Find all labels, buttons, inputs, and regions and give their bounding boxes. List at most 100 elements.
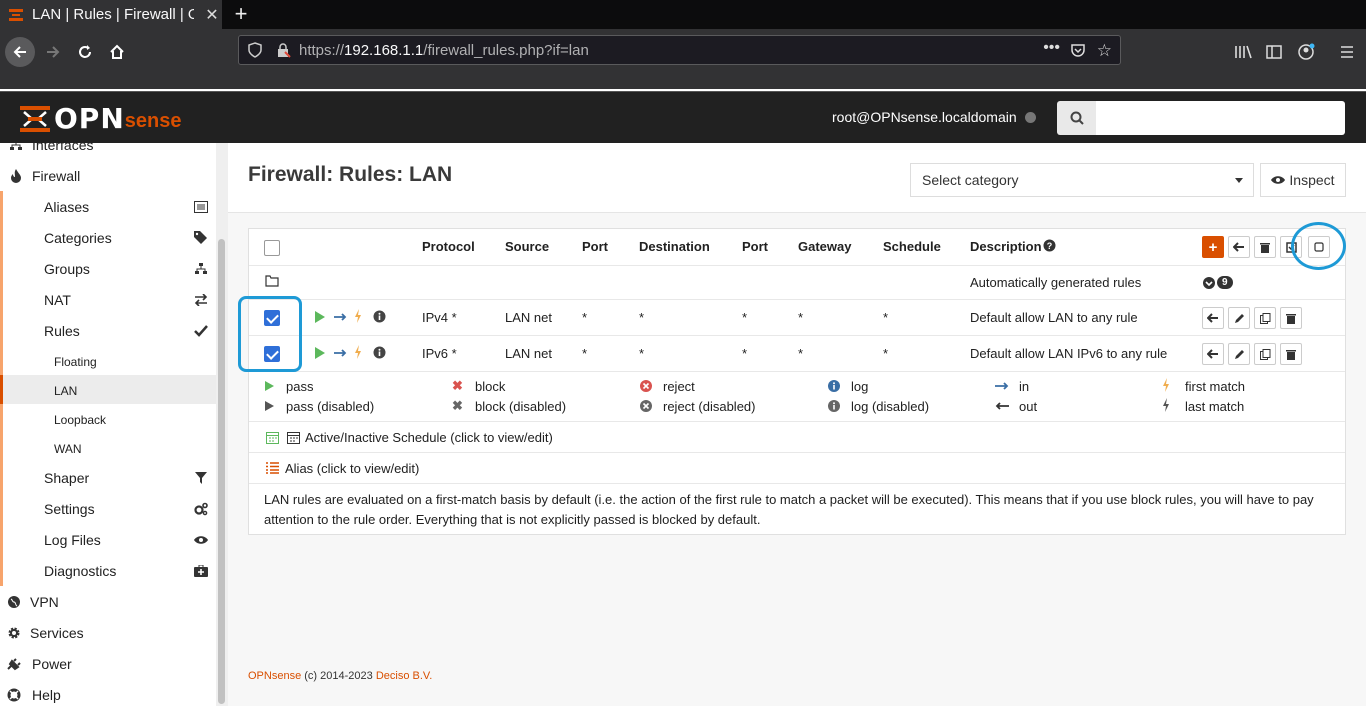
cog-icon xyxy=(6,625,22,641)
sidebar-item-categories[interactable]: Categories xyxy=(0,222,216,253)
category-select[interactable]: Select category xyxy=(910,163,1254,197)
footer-brand-link[interactable]: OPNsense xyxy=(248,670,301,682)
alias-legend-row: Alias (click to view/edit) xyxy=(249,453,1345,484)
search-input[interactable] xyxy=(1096,101,1345,135)
list-alt-icon xyxy=(193,199,209,215)
tags-icon xyxy=(193,230,209,246)
forward-button[interactable] xyxy=(38,37,68,67)
menu-icon[interactable] xyxy=(1332,37,1362,67)
caret-down-icon xyxy=(1235,178,1243,183)
table-row[interactable]: IPv6 * LAN net * * * * * Default allow L… xyxy=(249,336,1345,372)
medkit-icon xyxy=(193,563,209,579)
move-rule-button[interactable] xyxy=(1202,343,1224,365)
legend: pass pass (disabled) ✖ block ✖ block (di… xyxy=(249,372,1345,422)
reject-disabled-legend-icon xyxy=(640,400,652,415)
sidebar-item-interfaces[interactable]: Interfaces xyxy=(0,143,216,160)
sidebar-toggle-icon[interactable] xyxy=(1259,37,1289,67)
reject-legend-icon xyxy=(640,380,652,395)
schedule-legend-row: Active/Inactive Schedule (click to view/… xyxy=(249,422,1345,453)
calendar-icon xyxy=(287,431,300,447)
folder-icon xyxy=(265,275,279,290)
move-selected-button[interactable] xyxy=(1228,236,1250,258)
home-button[interactable] xyxy=(102,37,132,67)
reload-button[interactable] xyxy=(70,37,100,67)
address-bar[interactable]: https://192.168.1.1/firewall_rules.php?i… xyxy=(238,35,1121,65)
direction-in-icon xyxy=(333,310,348,327)
shield-icon[interactable] xyxy=(247,42,263,63)
sidebar-item-floating[interactable]: Floating xyxy=(0,346,216,377)
sidebar-item-loopback[interactable]: Loopback xyxy=(0,404,216,435)
add-rule-button[interactable]: + xyxy=(1202,236,1224,258)
globe-icon xyxy=(6,594,22,610)
new-tab-icon[interactable]: + xyxy=(230,1,252,27)
bookmark-star-icon[interactable]: ☆ xyxy=(1097,41,1112,61)
life-ring-icon xyxy=(6,687,22,703)
user-label[interactable]: root@OPNsense.localdomain xyxy=(832,109,1017,125)
sidebar-item-log-files[interactable]: Log Files xyxy=(0,524,216,555)
move-rule-button[interactable] xyxy=(1202,307,1224,329)
sidebar-item-wan[interactable]: WAN xyxy=(0,433,216,464)
pass-icon[interactable] xyxy=(314,310,326,327)
sidebar-item-groups[interactable]: Groups xyxy=(0,253,216,284)
sidebar-item-services[interactable]: Services xyxy=(0,617,216,648)
back-button[interactable] xyxy=(5,37,35,67)
block-disabled-legend-icon: ✖ xyxy=(452,398,463,413)
sidebar-item-lan[interactable]: LAN xyxy=(0,375,216,406)
delete-selected-button[interactable] xyxy=(1254,236,1276,258)
sidebar: Interfaces Firewall Aliases Categories G… xyxy=(0,143,216,706)
cogs-icon xyxy=(193,501,209,517)
account-icon[interactable] xyxy=(1291,37,1321,67)
library-icon[interactable] xyxy=(1228,37,1258,67)
clone-rule-button[interactable] xyxy=(1254,343,1276,365)
search-icon[interactable] xyxy=(1057,101,1096,135)
clone-rule-button[interactable] xyxy=(1254,307,1276,329)
tab-close-icon[interactable]: ✕ xyxy=(202,5,222,25)
sidebar-item-aliases[interactable]: Aliases xyxy=(0,191,216,222)
scrollbar-thumb[interactable] xyxy=(218,239,225,704)
delete-rule-button[interactable] xyxy=(1280,307,1302,329)
checkbox-highlight xyxy=(238,296,302,372)
help-icon[interactable]: ? xyxy=(1043,239,1056,255)
rules-notice: LAN rules are evaluated on a first-match… xyxy=(264,492,1314,527)
info-icon[interactable] xyxy=(373,310,386,326)
info-icon[interactable] xyxy=(373,346,386,362)
sidebar-item-settings[interactable]: Settings xyxy=(0,493,216,524)
sidebar-item-nat[interactable]: NAT xyxy=(0,284,216,315)
pass-disabled-legend-icon xyxy=(264,400,275,415)
exchange-icon xyxy=(193,292,209,308)
sidebar-item-rules[interactable]: Rules xyxy=(0,315,216,346)
browser-tab[interactable]: LAN | Rules | Firewall | O ✕ xyxy=(0,0,222,29)
select-all-checkbox[interactable] xyxy=(264,240,280,256)
browser-tabbar: LAN | Rules | Firewall | O ✕ + xyxy=(0,0,1366,29)
log-disabled-legend-icon xyxy=(828,400,840,415)
main-content: Firewall: Rules: LAN Select category Ins… xyxy=(228,143,1366,706)
status-dot xyxy=(1025,112,1036,123)
pocket-icon[interactable] xyxy=(1070,42,1086,63)
sidebar-scrollbar[interactable] xyxy=(216,143,228,706)
filter-icon xyxy=(193,470,209,486)
first-match-icon xyxy=(354,345,362,362)
auto-rules-count-badge[interactable]: 9 xyxy=(1203,276,1233,289)
sidebar-item-firewall[interactable]: Firewall xyxy=(0,160,216,191)
sidebar-item-help[interactable]: Help xyxy=(0,679,216,706)
edit-rule-button[interactable] xyxy=(1228,343,1250,365)
direction-out-legend-icon xyxy=(994,400,1010,415)
eye-icon xyxy=(193,532,209,548)
footer-company-link[interactable]: Deciso B.V. xyxy=(376,670,432,682)
lock-warning-icon[interactable] xyxy=(275,42,291,63)
logo-mark-icon xyxy=(20,105,50,132)
sitemap-icon xyxy=(8,143,24,153)
chevron-down-circle-icon xyxy=(1203,276,1215,289)
delete-rule-button[interactable] xyxy=(1280,343,1302,365)
sidebar-item-diagnostics[interactable]: Diagnostics xyxy=(0,555,216,586)
sidebar-item-vpn[interactable]: VPN xyxy=(0,586,216,617)
auto-rules-row[interactable]: Automatically generated rules 9 xyxy=(249,266,1345,300)
sidebar-item-power[interactable]: Power xyxy=(0,648,216,679)
sidebar-item-shaper[interactable]: Shaper xyxy=(0,462,216,493)
opnsense-logo[interactable]: OPN sense xyxy=(20,102,181,135)
inspect-button[interactable]: Inspect xyxy=(1260,163,1346,197)
table-row[interactable]: IPv4 * LAN net * * * * * Default allow L… xyxy=(249,300,1345,336)
edit-rule-button[interactable] xyxy=(1228,307,1250,329)
pass-icon[interactable] xyxy=(314,346,326,363)
page-actions-icon[interactable]: ••• xyxy=(1043,39,1060,57)
